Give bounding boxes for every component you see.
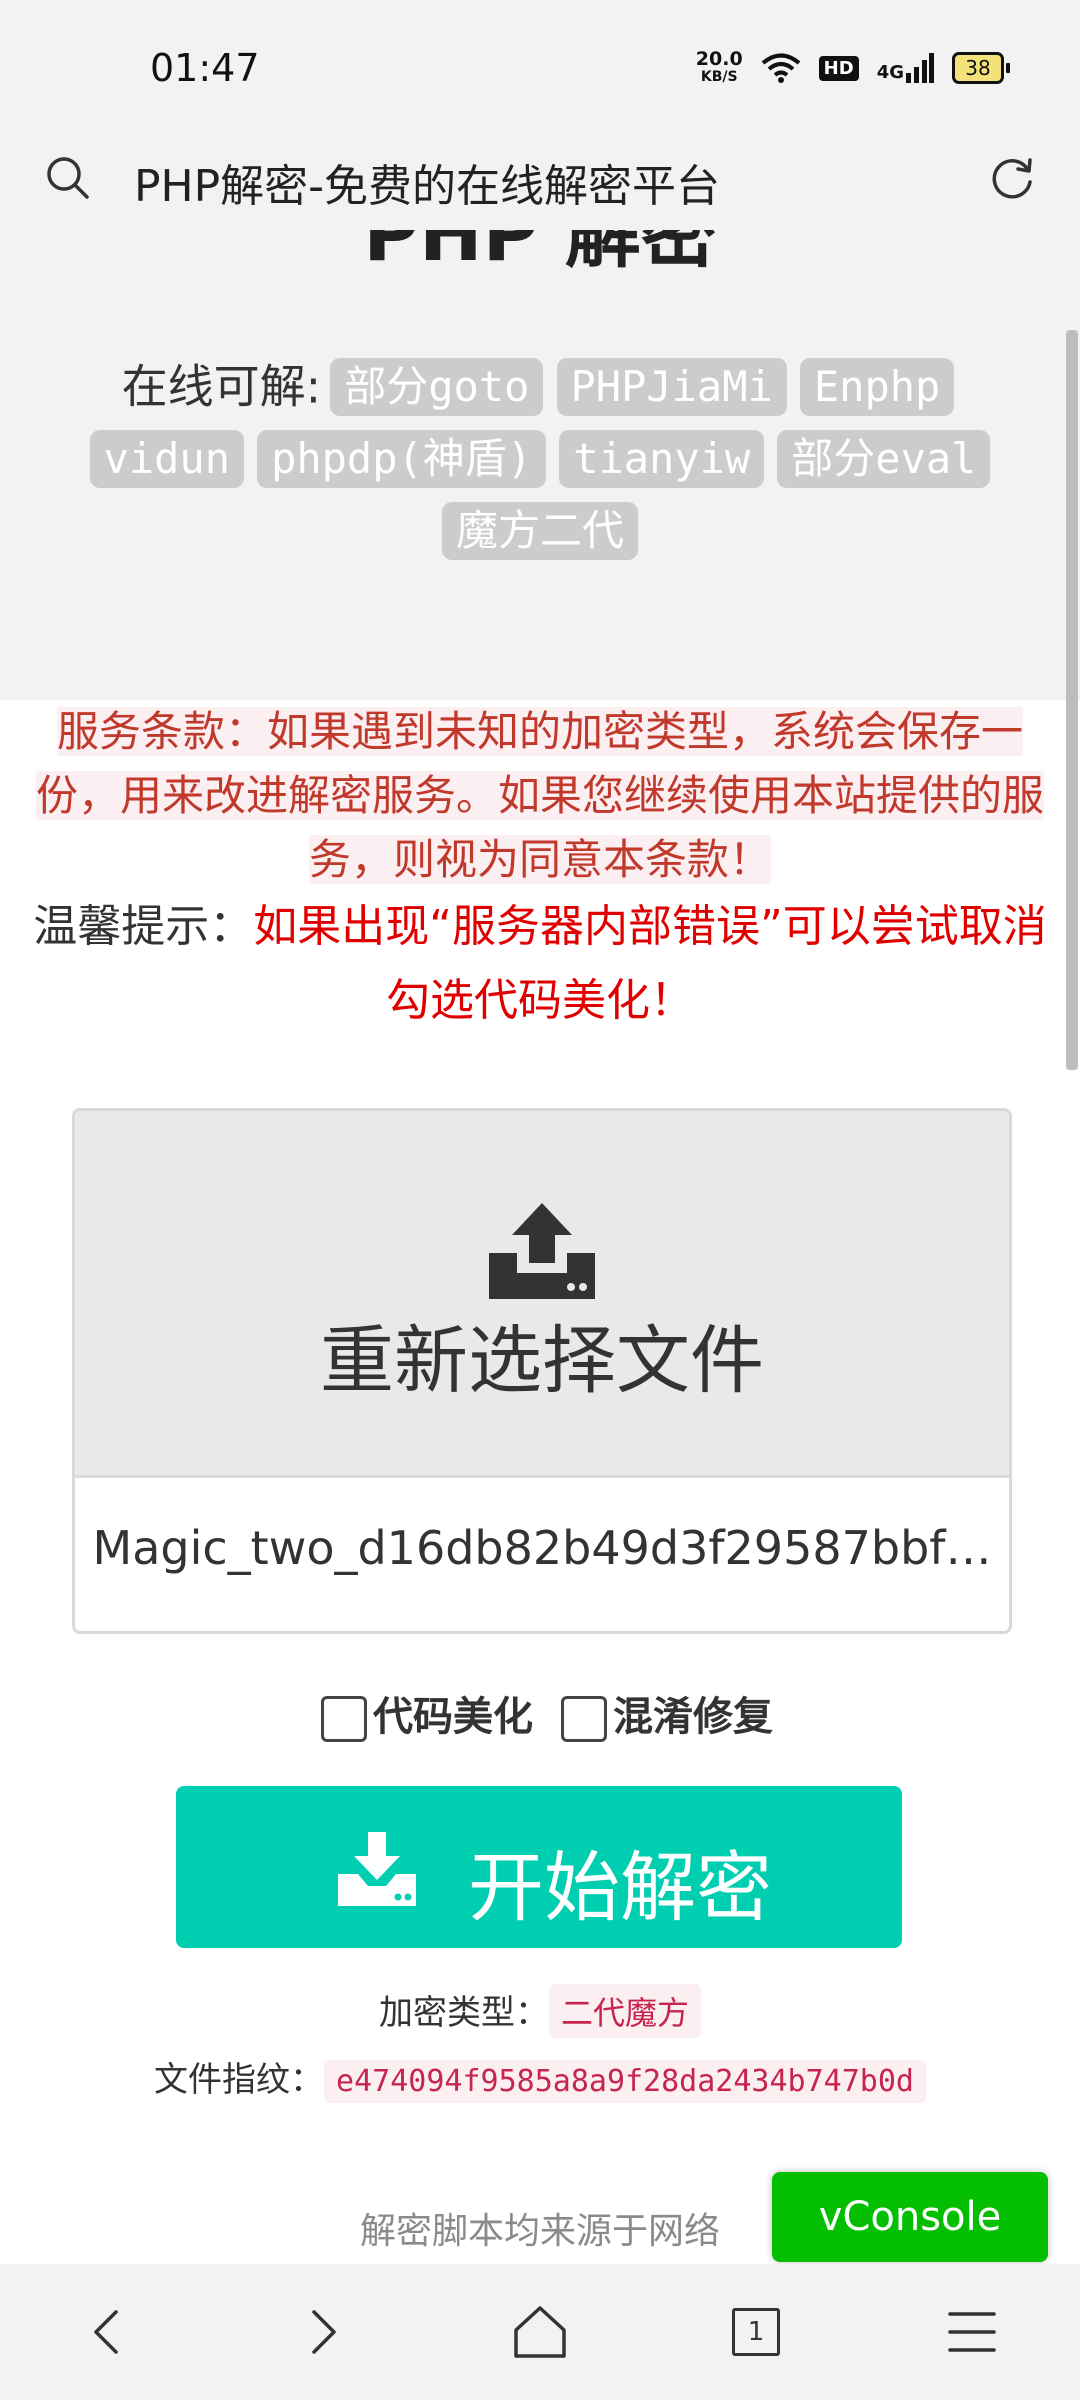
status-icons: 20.0 KB/S HD 4G 38 bbox=[696, 50, 1010, 86]
fingerprint-row: 文件指纹： e474094f9585a8a9f28da2434b747b0d bbox=[0, 2052, 1080, 2103]
tag-vidun: vidun bbox=[89, 430, 244, 488]
supported-label: 在线可解: bbox=[121, 359, 322, 414]
tip-text: 如果出现“服务器内部错误”可以尝试取消勾选代码美化！ bbox=[253, 901, 1047, 1026]
status-bar: 01:47 20.0 KB/S HD 4G 38 bbox=[0, 0, 1080, 130]
page-scrollbar[interactable] bbox=[1066, 330, 1078, 1070]
signal-icon: 4G bbox=[877, 53, 934, 83]
back-icon[interactable] bbox=[76, 2300, 140, 2364]
terms-notice: 服务条款：如果遇到未知的加密类型，系统会保存一份，用来改进解密服务。如果您继续使… bbox=[20, 700, 1060, 892]
network-speed-unit: KB/S bbox=[700, 69, 738, 85]
hd-badge: HD bbox=[818, 55, 859, 81]
start-decrypt-button[interactable]: 开始解密 bbox=[176, 1786, 902, 1948]
page-title[interactable]: PHP解密-免费的在线解密平台 bbox=[134, 150, 720, 214]
tag-phpjiami: PHPJiaMi bbox=[556, 357, 787, 416]
search-icon[interactable] bbox=[44, 154, 92, 202]
address-bar[interactable]: PHP解密-免费的在线解密平台 bbox=[0, 130, 1080, 230]
encryption-type-row: 加密类型： 二代魔方 bbox=[0, 1984, 1080, 2038]
menu-icon[interactable] bbox=[940, 2300, 1004, 2364]
fingerprint-value: e474094f9585a8a9f28da2434b747b0d bbox=[324, 2060, 926, 2103]
tag-eval: 部分eval bbox=[777, 430, 991, 488]
forward-icon[interactable] bbox=[290, 2300, 354, 2364]
beautify-label[interactable]: 代码美化 bbox=[373, 1694, 533, 1740]
tip-label: 温馨提示： bbox=[33, 901, 254, 952]
tabs-icon[interactable]: 1 bbox=[724, 2300, 788, 2364]
tag-mofang: 魔方二代 bbox=[441, 502, 638, 560]
vconsole-button[interactable]: vConsole bbox=[772, 2172, 1048, 2262]
repair-label[interactable]: 混淆修复 bbox=[613, 1694, 773, 1740]
options-row: 代码美化 混淆修复 bbox=[0, 1684, 1080, 1742]
page-header: PHP 解密 在线可解: 部分goto PHPJiaMi Enphp vidun… bbox=[0, 230, 1080, 700]
network-speed: 20.0 KB/S bbox=[696, 50, 743, 86]
tag-phpdp: phpdp(神盾) bbox=[257, 430, 547, 488]
refresh-icon[interactable] bbox=[986, 152, 1038, 204]
choose-file-button[interactable]: 重新选择文件 bbox=[75, 1111, 1009, 1478]
encryption-type-value: 二代魔方 bbox=[548, 1984, 701, 2038]
selected-filename: Magic_two_d16db82b49d3f29587bbf… bbox=[92, 1521, 992, 1575]
upload-icon bbox=[489, 1203, 595, 1299]
tag-enphp: Enphp bbox=[799, 357, 955, 416]
tag-tianyiw: tianyiw bbox=[559, 430, 765, 488]
status-time: 01:47 bbox=[150, 46, 260, 90]
battery-icon: 38 bbox=[952, 52, 1010, 84]
home-icon[interactable] bbox=[508, 2300, 572, 2364]
encryption-type-label: 加密类型： bbox=[378, 1993, 549, 2033]
choose-file-label[interactable]: 重新选择文件 bbox=[75, 1301, 1009, 1408]
tip-notice: 温馨提示：如果出现“服务器内部错误”可以尝试取消勾选代码美化！ bbox=[20, 890, 1060, 1038]
beautify-checkbox[interactable] bbox=[321, 1696, 368, 1742]
bottom-navigation: 1 bbox=[0, 2264, 1080, 2400]
fingerprint-label: 文件指纹： bbox=[154, 2060, 325, 2100]
tag-goto: 部分goto bbox=[330, 357, 544, 416]
file-upload-box[interactable]: 重新选择文件 Magic_two_d16db82b49d3f29587bbf… bbox=[72, 1108, 1012, 1634]
battery-level: 38 bbox=[952, 52, 1004, 84]
start-decrypt-label[interactable]: 开始解密 bbox=[468, 1826, 772, 1936]
terms-text: 服务条款：如果遇到未知的加密类型，系统会保存一份，用来改进解密服务。如果您继续使… bbox=[35, 707, 1044, 884]
repair-checkbox[interactable] bbox=[560, 1696, 607, 1742]
network-type: 4G bbox=[876, 62, 904, 83]
site-heading: PHP 解密 bbox=[363, 230, 717, 278]
download-icon bbox=[338, 1832, 416, 1906]
network-speed-value: 20.0 bbox=[695, 48, 743, 70]
tab-count: 1 bbox=[732, 2308, 780, 2356]
supported-types: 在线可解: 部分goto PHPJiaMi Enphp vidun phpdp(… bbox=[70, 350, 1010, 567]
wifi-icon bbox=[761, 53, 800, 83]
